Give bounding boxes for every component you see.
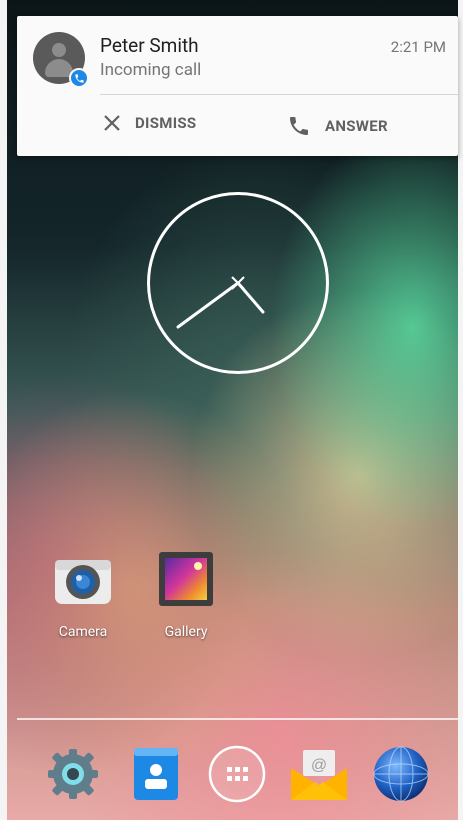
gallery-app[interactable]: Gallery <box>151 552 221 640</box>
gallery-label: Gallery <box>164 624 208 640</box>
camera-app[interactable]: Camera <box>48 552 118 640</box>
answer-label: ANSWER <box>325 117 388 135</box>
caller-name: Peter Smith <box>100 34 199 57</box>
device-frame-left <box>0 0 7 820</box>
analog-clock-widget[interactable] <box>147 192 329 374</box>
app-drawer-icon <box>208 745 266 803</box>
gallery-icon <box>159 552 213 606</box>
dismiss-label: DISMISS <box>135 114 197 132</box>
favorites-dock: @ <box>0 744 463 806</box>
settings-app[interactable] <box>43 744 103 804</box>
call-status-text: Incoming call <box>100 60 202 80</box>
browser-icon <box>373 746 429 802</box>
answer-button[interactable]: ANSWER <box>287 114 388 138</box>
incoming-call-notification[interactable]: Peter Smith Incoming call 2:21 PM DISMIS… <box>17 16 458 156</box>
notification-divider <box>100 94 458 95</box>
device-frame-right <box>458 0 463 820</box>
avatar-head <box>52 43 66 57</box>
notification-time: 2:21 PM <box>390 38 446 56</box>
contacts-app[interactable] <box>126 744 186 804</box>
email-icon: @ <box>291 750 347 800</box>
contacts-icon <box>134 748 178 800</box>
phone-badge-icon <box>69 68 89 88</box>
clock-hands-icon <box>176 276 265 329</box>
dismiss-button[interactable]: DISMISS <box>103 114 196 132</box>
camera-icon <box>55 560 111 604</box>
close-icon <box>104 115 120 131</box>
settings-icon <box>48 749 98 799</box>
app-drawer-button[interactable] <box>207 744 267 804</box>
email-app[interactable]: @ <box>289 744 349 804</box>
dock-divider <box>17 718 458 720</box>
phone-icon <box>290 117 308 135</box>
svg-text:@: @ <box>311 757 327 774</box>
camera-label: Camera <box>58 624 108 640</box>
browser-app[interactable] <box>371 744 431 804</box>
